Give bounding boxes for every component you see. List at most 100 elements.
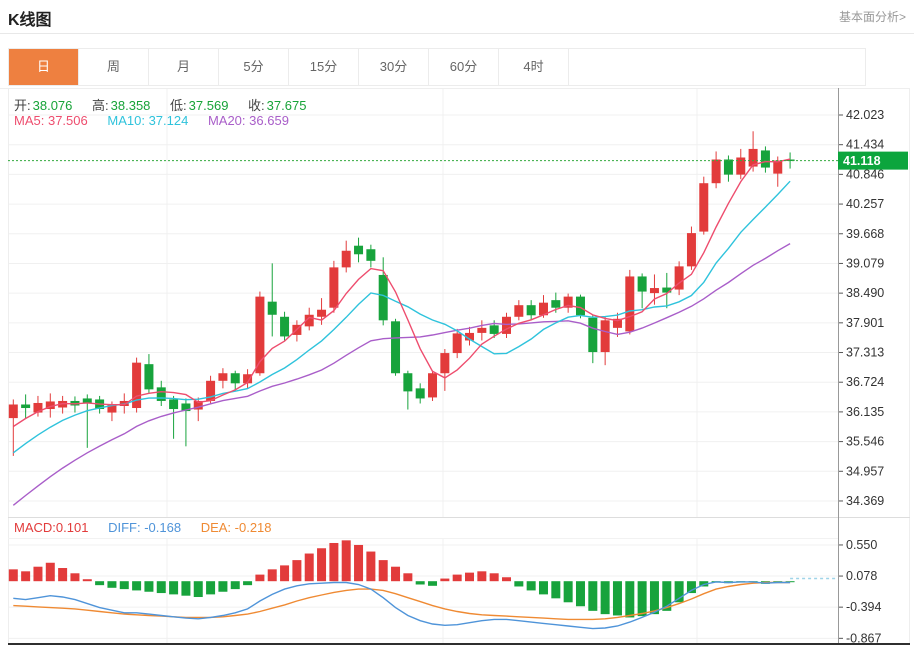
macd-histogram-bar: [144, 581, 153, 592]
candle-body: [169, 399, 178, 409]
macd-histogram-bar: [107, 581, 116, 588]
ma20-line: [13, 244, 790, 506]
candle-body: [576, 297, 585, 316]
macd-histogram-bar: [366, 552, 375, 582]
macd-histogram-bar: [46, 563, 55, 581]
chart-bottom-border: [8, 643, 910, 645]
price-tick-label: 41.434: [846, 138, 884, 152]
price-tick-label: 37.313: [846, 346, 884, 360]
price-tick-label: 39.079: [846, 256, 884, 270]
candle-body: [761, 150, 770, 167]
candle-body: [477, 328, 486, 333]
macd-histogram-bar: [83, 579, 92, 581]
macd-histogram-bar: [342, 540, 351, 581]
macd-histogram-bar: [650, 581, 659, 614]
macd-histogram-bar: [329, 543, 338, 581]
candle-body: [699, 183, 708, 231]
candle-body: [601, 320, 610, 352]
macd-histogram-bar: [268, 569, 277, 581]
macd-histogram-bar: [317, 548, 326, 581]
macd-histogram-bar: [527, 581, 536, 590]
macd-histogram-bar: [601, 581, 610, 614]
macd-histogram-bar: [588, 581, 597, 611]
candle-body: [144, 364, 153, 389]
price-tick-label: 40.257: [846, 197, 884, 211]
macd-histogram-bar: [638, 581, 647, 616]
candle-body: [551, 300, 560, 308]
candle-body: [342, 251, 351, 268]
candle-body: [736, 157, 745, 174]
current-price-tag-value: 41.118: [843, 154, 881, 168]
candle-body: [638, 276, 647, 291]
macd-histogram-bar: [675, 581, 684, 602]
macd-histogram-bar: [428, 581, 437, 586]
candle-body: [21, 404, 30, 408]
macd-histogram-bar: [576, 581, 585, 606]
candle-body: [403, 373, 412, 391]
macd-tick-label: -0.394: [846, 600, 881, 614]
candle-body: [514, 305, 523, 317]
macd-histogram-bar: [280, 565, 289, 581]
macd-histogram-bar: [231, 581, 240, 589]
candle-body: [453, 333, 462, 353]
candle-body: [588, 318, 597, 352]
candle-body: [625, 276, 634, 331]
macd-histogram-bar: [305, 554, 314, 582]
macd-histogram-bar: [440, 579, 449, 582]
macd-tick-label: 0.078: [846, 569, 877, 583]
macd-histogram-bar: [379, 560, 388, 581]
price-tick-label: 34.957: [846, 464, 884, 478]
macd-histogram-bar: [625, 581, 634, 617]
macd-histogram-bar: [354, 545, 363, 581]
macd-histogram-bar: [21, 571, 30, 581]
candle-body: [280, 317, 289, 337]
macd-histogram-bar: [465, 573, 474, 582]
candle-body: [650, 288, 659, 293]
candle-body: [687, 233, 696, 266]
macd-histogram-bar: [58, 568, 67, 581]
kline-page: K线图 基本面分析> 日周月5分15分30分60分4时 开:38.076 高:3…: [0, 0, 914, 647]
candle-body: [527, 305, 536, 315]
candle-body: [329, 267, 338, 307]
candle-body: [317, 310, 326, 317]
macd-histogram-bar: [218, 581, 227, 592]
macd-histogram-bar: [243, 581, 252, 585]
macd-histogram-bar: [194, 581, 203, 597]
price-tick-label: 36.724: [846, 375, 884, 389]
price-tick-label: 37.901: [846, 316, 884, 330]
macd-histogram-bar: [539, 581, 548, 594]
candle-body: [416, 388, 425, 398]
macd-histogram-bar: [551, 581, 560, 598]
dea-line: [13, 583, 790, 620]
candle-body: [231, 373, 240, 383]
price-tick-label: 36.135: [846, 405, 884, 419]
macd-histogram-bar: [514, 581, 523, 586]
macd-histogram-bar: [403, 573, 412, 581]
candle-body: [218, 373, 227, 381]
macd-histogram-bar: [181, 581, 190, 595]
macd-histogram-bar: [292, 560, 301, 581]
candle-body: [490, 325, 499, 334]
candle-body: [428, 373, 437, 397]
macd-histogram-bar: [391, 567, 400, 581]
macd-histogram-bar: [33, 567, 42, 581]
macd-histogram-bar: [453, 575, 462, 582]
candle-body: [9, 404, 18, 418]
candle-body: [366, 249, 375, 261]
macd-histogram-bar: [613, 581, 622, 615]
kline-chart-canvas[interactable]: 42.02341.43440.84640.25739.66839.07938.4…: [0, 0, 914, 647]
macd-histogram-bar: [687, 581, 696, 593]
macd-histogram-bar: [132, 581, 141, 590]
candle-body: [712, 160, 721, 184]
macd-histogram-bar: [490, 573, 499, 581]
price-tick-label: 42.023: [846, 108, 884, 122]
macd-histogram-bar: [157, 581, 166, 593]
candle-body: [724, 160, 733, 175]
macd-histogram-bar: [95, 581, 104, 585]
candle-body: [157, 387, 166, 401]
macd-histogram-bar: [416, 581, 425, 584]
candle-body: [268, 302, 277, 315]
macd-histogram-bar: [70, 573, 79, 581]
macd-histogram-bar: [206, 581, 215, 594]
macd-histogram-bar: [477, 571, 486, 581]
